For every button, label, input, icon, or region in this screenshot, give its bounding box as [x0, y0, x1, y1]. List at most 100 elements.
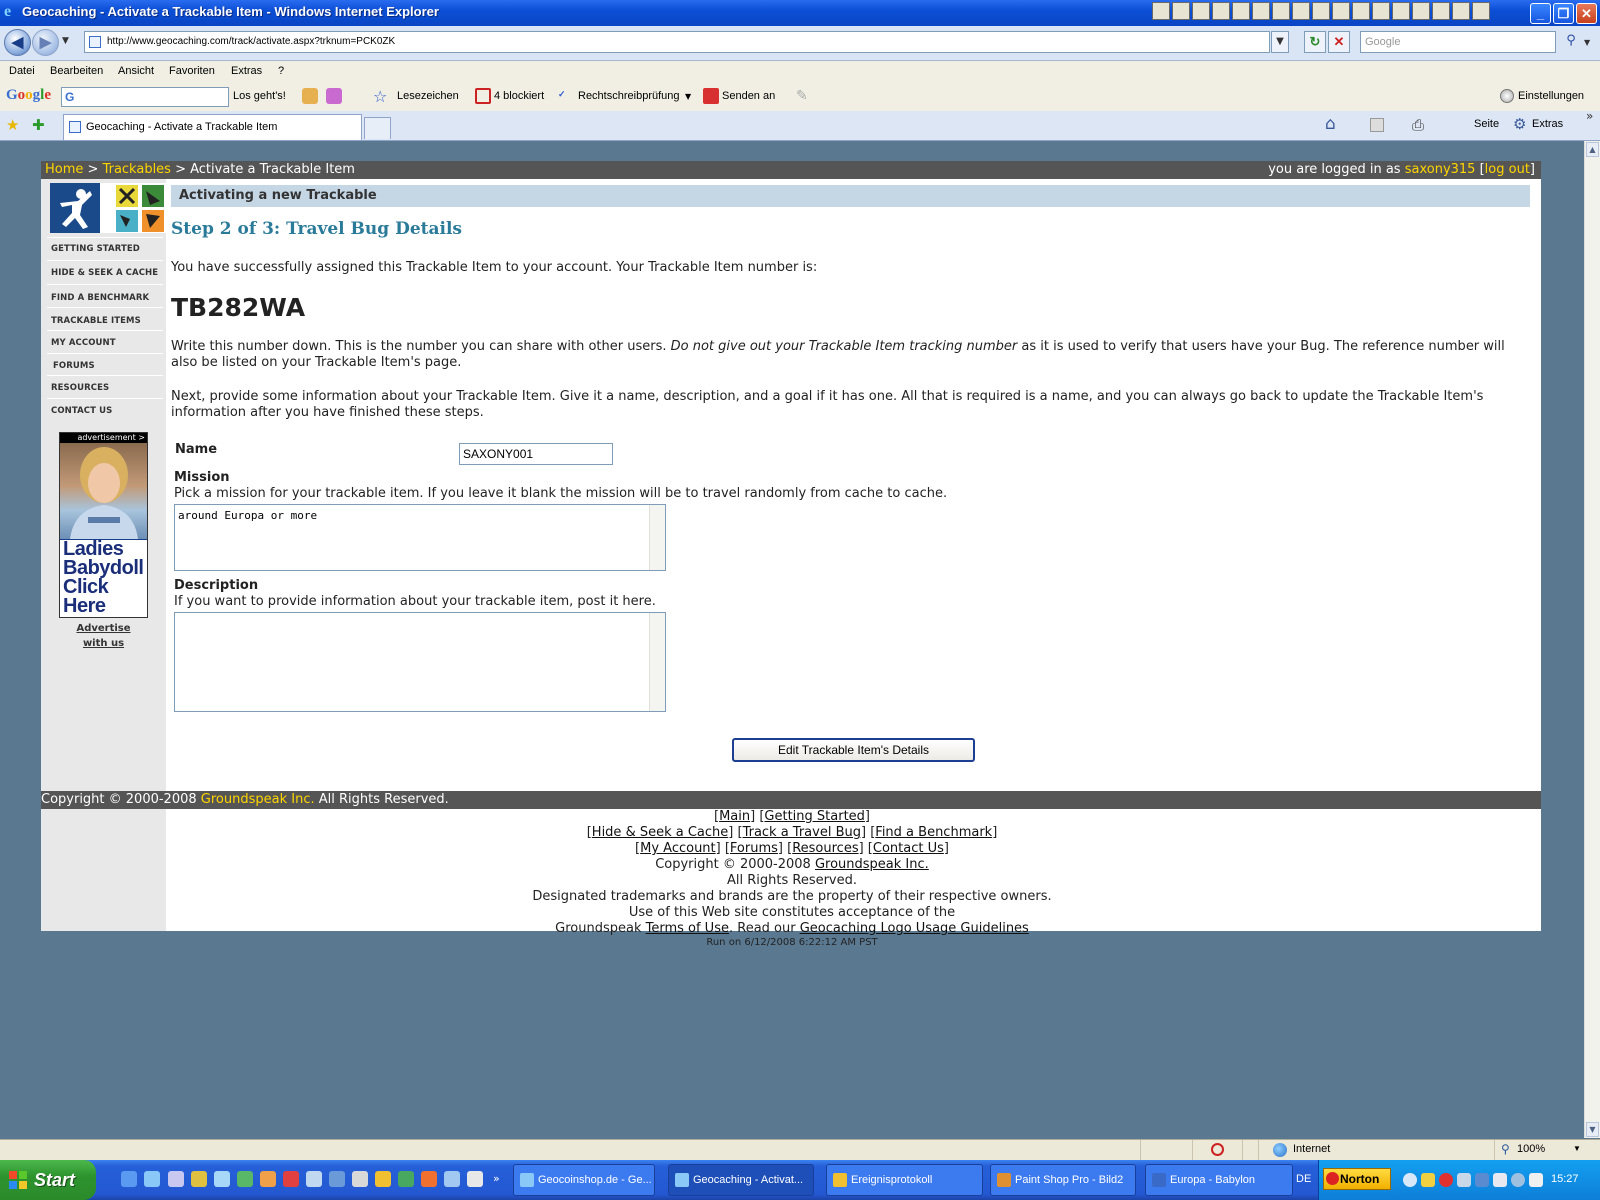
send-button[interactable]: Senden an [722, 90, 775, 102]
tray-icon[interactable] [1493, 1173, 1507, 1187]
terms-of-use-link[interactable]: Terms of Use [646, 921, 729, 936]
quicklaunch-app-icon[interactable] [375, 1171, 391, 1187]
spellcheck-button[interactable]: Rechtschreibprüfung [578, 90, 680, 102]
pen-icon[interactable]: ✎ [796, 88, 808, 104]
quicklaunch-app-icon[interactable] [283, 1171, 299, 1187]
forward-button[interactable]: ▶ [32, 29, 59, 56]
close-button[interactable]: ✕ [1576, 3, 1597, 24]
tray-icon[interactable] [1421, 1173, 1435, 1187]
address-input[interactable]: http://www.geocaching.com/track/activate… [84, 31, 1270, 53]
username-link[interactable]: saxony315 [1405, 162, 1476, 177]
quicklaunch-ie-icon[interactable] [144, 1171, 160, 1187]
scroll-up-icon[interactable]: ▲ [1586, 142, 1599, 157]
menu-file[interactable]: Datei [9, 65, 35, 77]
sidebar-item-trackable-items[interactable]: TRACKABLE ITEMS [51, 316, 141, 326]
mission-textarea[interactable]: around Europa or more [174, 504, 666, 571]
language-indicator[interactable]: DE [1296, 1173, 1311, 1185]
task-paint-shop-pro[interactable]: Paint Shop Pro - Bild2 [990, 1164, 1136, 1196]
blocked-icon[interactable] [1211, 1143, 1224, 1156]
maximize-button[interactable]: ❐ [1553, 3, 1574, 24]
sidebar-item-benchmark[interactable]: FIND A BENCHMARK [51, 293, 149, 303]
address-dropdown-icon[interactable]: ▼ [1271, 31, 1289, 53]
spellcheck-dropdown-icon[interactable]: ▼ [685, 92, 691, 101]
menu-favorites[interactable]: Favoriten [169, 65, 215, 77]
logout-link[interactable]: log out [1485, 162, 1530, 177]
breadcrumb-trackables[interactable]: Trackables [103, 162, 171, 177]
footer-link-hide-seek[interactable]: Hide & Seek a Cache [592, 825, 728, 840]
sidebar-item-contact-us[interactable]: CONTACT US [51, 406, 112, 416]
tray-icon[interactable] [1511, 1173, 1525, 1187]
popup-blocked-count[interactable]: 4 blockiert [494, 90, 544, 102]
name-field[interactable]: SAXONY001 [459, 443, 613, 465]
scroll-down-icon[interactable]: ▼ [1586, 1122, 1599, 1137]
quicklaunch-app-icon[interactable] [467, 1171, 483, 1187]
footer-groundspeak-link[interactable]: Groundspeak Inc. [815, 857, 929, 872]
tray-icon[interactable] [1457, 1173, 1471, 1187]
start-button[interactable]: Start [0, 1160, 96, 1200]
task-event-log[interactable]: Ereignisprotokoll [826, 1164, 983, 1196]
tray-icon[interactable] [1403, 1173, 1417, 1187]
title-bar-shortcut-icons[interactable] [1152, 2, 1490, 20]
menu-help[interactable]: ? [278, 65, 284, 77]
quicklaunch-app-icon[interactable] [214, 1171, 230, 1187]
print-icon[interactable]: ⎙ [1412, 116, 1424, 134]
search-icon[interactable]: ⚲ [1560, 31, 1582, 53]
search-options-icon[interactable]: ▼ [1584, 38, 1590, 47]
logo-guidelines-link[interactable]: Geocaching Logo Usage Guidelines [800, 921, 1029, 936]
tray-icon[interactable] [1475, 1173, 1489, 1187]
task-geocoinshop[interactable]: Geocoinshop.de - Ge... [513, 1164, 655, 1196]
quicklaunch-app-icon[interactable] [398, 1171, 414, 1187]
vertical-scrollbar[interactable]: ▲ ▼ [1584, 141, 1600, 1138]
task-babylon[interactable]: Europa - Babylon [1145, 1164, 1293, 1196]
tab-geocaching[interactable]: Geocaching - Activate a Trackable Item [63, 114, 362, 140]
zoom-level[interactable]: 100% [1517, 1143, 1545, 1155]
tray-icon[interactable] [1439, 1173, 1453, 1187]
sidebar-item-hide-seek[interactable]: HIDE & SEEK A CACHE [51, 268, 158, 278]
favorites-star-icon[interactable]: ★ [6, 116, 19, 134]
groundspeak-link[interactable]: Groundspeak Inc. [201, 792, 315, 807]
menu-view[interactable]: Ansicht [118, 65, 154, 77]
search-input[interactable]: Google [1360, 31, 1556, 53]
history-dropdown-icon[interactable]: ▼ [62, 36, 69, 46]
footer-link-benchmark[interactable]: Find a Benchmark [875, 825, 992, 840]
star-icon[interactable]: ☆ [373, 87, 387, 106]
quicklaunch-app-icon[interactable] [444, 1171, 460, 1187]
back-button[interactable]: ◀ [4, 29, 31, 56]
sidebar-item-resources[interactable]: RESOURCES [51, 383, 109, 393]
sidebar-item-my-account[interactable]: MY ACCOUNT [51, 338, 116, 348]
quicklaunch-app-icon[interactable] [168, 1171, 184, 1187]
footer-link-track-bug[interactable]: Track a Travel Bug [743, 825, 861, 840]
google-logo[interactable]: Google [6, 87, 51, 104]
advertisement-banner[interactable]: advertisement > Ladies Babydoll Click He… [59, 432, 148, 618]
quicklaunch-app-icon[interactable] [191, 1171, 207, 1187]
tray-icon[interactable] [1529, 1173, 1543, 1187]
menu-tools[interactable]: Extras [231, 65, 262, 77]
refresh-button[interactable]: ↻ [1304, 31, 1326, 53]
quicklaunch-app-icon[interactable] [352, 1171, 368, 1187]
feeds-icon[interactable] [1370, 118, 1384, 132]
norton-button[interactable]: Norton [1323, 1168, 1391, 1190]
footer-link-main[interactable]: Main [719, 809, 750, 824]
footer-link-my-account[interactable]: My Account [640, 841, 716, 856]
zoom-dropdown-icon[interactable]: ▼ [1573, 1144, 1581, 1153]
page-menu[interactable]: Seite [1474, 118, 1499, 130]
edit-details-button[interactable]: Edit Trackable Item's Details [732, 738, 975, 762]
footer-link-getting-started[interactable]: Getting Started [764, 809, 865, 824]
clock[interactable]: 15:27 [1551, 1173, 1579, 1185]
stop-button[interactable]: ✕ [1328, 31, 1350, 53]
menu-edit[interactable]: Bearbeiten [50, 65, 103, 77]
footer-link-contact-us[interactable]: Contact Us [873, 841, 944, 856]
quicklaunch-app-icon[interactable] [237, 1171, 253, 1187]
advertise-link[interactable]: Advertise with us [59, 621, 148, 651]
sidebar-item-getting-started[interactable]: GETTING STARTED [51, 244, 140, 254]
task-geocaching[interactable]: Geocaching - Activat... [668, 1164, 814, 1196]
tools-menu[interactable]: Extras [1532, 118, 1563, 130]
description-scrollbar[interactable] [649, 613, 665, 711]
quicklaunch-app-icon[interactable] [306, 1171, 322, 1187]
quicklaunch-app-icon[interactable] [329, 1171, 345, 1187]
bookmarks-button[interactable]: Lesezeichen [397, 90, 459, 102]
settings-button[interactable]: Einstellungen [1518, 90, 1584, 102]
footer-link-resources[interactable]: Resources [792, 841, 858, 856]
google-apps-icon[interactable] [326, 88, 342, 104]
footer-link-forums[interactable]: Forums [730, 841, 778, 856]
